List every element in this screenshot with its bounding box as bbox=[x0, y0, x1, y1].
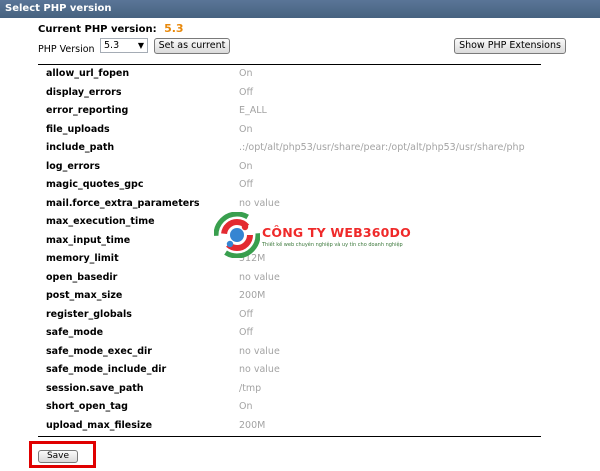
setting-name: max_execution_time bbox=[46, 216, 155, 227]
setting-name: open_basedir bbox=[46, 271, 118, 283]
setting-name: mail.force_extra_parameters bbox=[46, 197, 200, 209]
setting-value[interactable]: On bbox=[239, 161, 253, 172]
setting-value[interactable]: On bbox=[239, 401, 253, 412]
setting-value[interactable]: On bbox=[239, 68, 253, 79]
setting-value[interactable]: .:/opt/alt/php53/usr/share/pear:/opt/alt… bbox=[239, 142, 525, 153]
setting-name: session.save_path bbox=[46, 382, 144, 394]
setting-value[interactable]: Off bbox=[239, 309, 253, 320]
setting-value[interactable]: E_ALL bbox=[239, 105, 267, 116]
current-version-line: Current PHP version: 5.3 bbox=[38, 22, 184, 37]
setting-name: short_open_tag bbox=[46, 401, 128, 412]
divider-bottom bbox=[38, 436, 541, 437]
setting-row: include_path .:/opt/alt/php53/usr/share/p… bbox=[38, 139, 541, 158]
company-logo-icon bbox=[214, 212, 260, 258]
setting-row: safe_mode_exec_dir no value bbox=[38, 343, 541, 362]
php-selector-panel: Select PHP version Current PHP version: … bbox=[0, 0, 600, 471]
setting-value[interactable]: Off bbox=[239, 87, 253, 98]
setting-name: max_input_time bbox=[46, 234, 131, 246]
setting-name: safe_mode_exec_dir bbox=[46, 345, 152, 357]
setting-row: session.save_path/tmp bbox=[38, 380, 541, 399]
php-version-selected: 5.3 bbox=[104, 40, 120, 51]
setting-value[interactable]: Off bbox=[239, 327, 253, 338]
watermark: CÔNG TY WEB360DO Thiết kế web chuyên ngh… bbox=[214, 212, 414, 258]
setting-name: safe_mode_include_dir bbox=[46, 364, 167, 375]
setting-row: safe_mode_include_dir no value bbox=[38, 361, 541, 380]
setting-value[interactable]: no value bbox=[239, 198, 280, 209]
setting-value[interactable]: 200M bbox=[239, 290, 265, 301]
setting-row: magic_quotes_gpc Off bbox=[38, 176, 541, 195]
setting-name: error_reporting bbox=[46, 105, 129, 116]
php-version-label: PHP Version bbox=[38, 44, 95, 55]
watermark-title: CÔNG TY WEB360DO bbox=[262, 225, 411, 240]
setting-name: safe_mode bbox=[46, 327, 104, 338]
setting-row: upload_max_filesize 200M bbox=[38, 417, 541, 436]
setting-value[interactable]: 200M bbox=[239, 420, 265, 431]
setting-name: display_errors bbox=[46, 86, 122, 98]
setting-name: register_globals bbox=[46, 308, 132, 320]
setting-row: register_globals Off bbox=[38, 306, 541, 325]
setting-value[interactable]: no value bbox=[239, 272, 280, 283]
setting-value[interactable]: On bbox=[239, 124, 253, 135]
setting-name: post_max_size bbox=[46, 290, 123, 301]
setting-row: post_max_size 200M bbox=[38, 287, 541, 306]
setting-row: mail.force_extra_parameters no value bbox=[38, 195, 541, 214]
setting-value[interactable]: no value bbox=[239, 346, 280, 357]
setting-name: log_errors bbox=[46, 160, 101, 172]
setting-row: file_uploads On bbox=[38, 121, 541, 140]
panel-title: Select PHP version bbox=[0, 0, 600, 18]
chevron-down-icon: ▼ bbox=[137, 41, 144, 50]
setting-name: upload_max_filesize bbox=[46, 419, 153, 431]
watermark-subtitle: Thiết kế web chuyên nghiệp và uy tín cho… bbox=[262, 242, 403, 248]
setting-value[interactable]: no value bbox=[239, 364, 280, 375]
setting-row: error_reporting E_ALL bbox=[38, 102, 541, 121]
setting-value[interactable]: /tmp bbox=[239, 383, 261, 394]
current-version-label: Current PHP version: bbox=[38, 24, 157, 35]
setting-row: safe_mode Off bbox=[38, 324, 541, 343]
setting-row: open_basedir no value bbox=[38, 269, 541, 288]
setting-name: file_uploads bbox=[46, 123, 110, 135]
setting-value[interactable]: Off bbox=[239, 179, 253, 190]
set-as-current-button[interactable]: Set as current bbox=[154, 38, 230, 54]
current-version-value: 5.3 bbox=[164, 22, 184, 35]
setting-row: log_errors On bbox=[38, 158, 541, 177]
setting-name: memory_limit bbox=[46, 253, 119, 264]
setting-name: include_path bbox=[46, 142, 115, 153]
setting-row: display_errors Off bbox=[38, 84, 541, 103]
setting-name: allow_url_fopen bbox=[46, 68, 130, 79]
setting-row: short_open_tag On bbox=[38, 398, 541, 417]
setting-name: magic_quotes_gpc bbox=[46, 179, 144, 190]
show-php-extensions-button[interactable]: Show PHP Extensions bbox=[454, 38, 566, 54]
setting-row: allow_url_fopen On bbox=[38, 65, 541, 84]
php-version-select[interactable]: 5.3 ▼ bbox=[100, 38, 148, 53]
save-button[interactable]: Save bbox=[38, 450, 78, 463]
